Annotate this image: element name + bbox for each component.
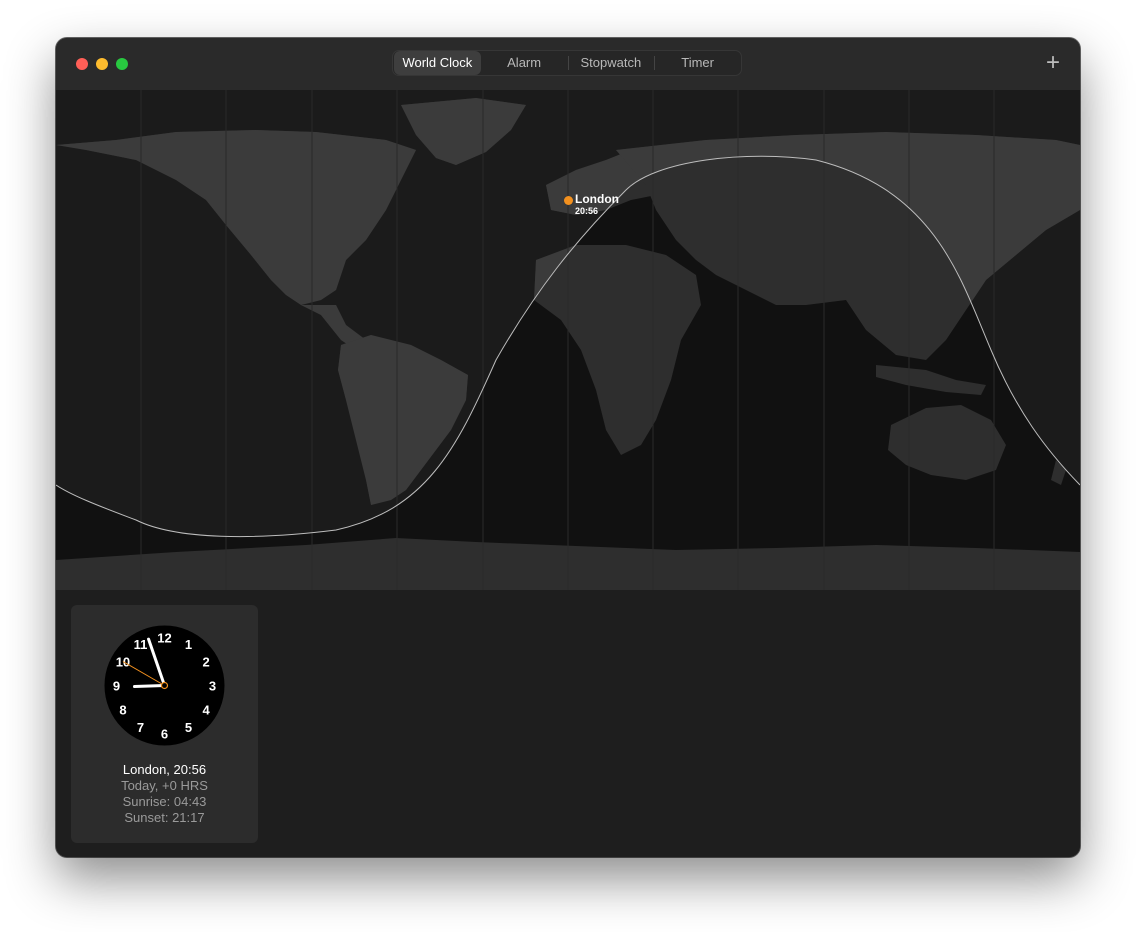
clock-numeral: 7 xyxy=(137,720,144,735)
clock-title: London, 20:56 xyxy=(122,762,207,777)
clock-numeral: 1 xyxy=(185,637,192,652)
clock-numeral: 8 xyxy=(119,703,126,718)
tab-alarm[interactable]: Alarm xyxy=(481,51,568,75)
minimize-button[interactable] xyxy=(96,58,108,70)
clock-card-london[interactable]: 12 1 2 3 4 5 6 7 8 9 10 11 London, 20:56 Today, +0 … xyxy=(71,605,258,843)
clock-day-offset: Today, +0 HRS xyxy=(121,778,208,793)
title-bar: World Clock Alarm Stopwatch Timer + xyxy=(56,38,1080,90)
city-pin-time: 20:56 xyxy=(575,206,599,216)
world-map-graphic xyxy=(56,90,1080,590)
world-map: London 20:56 xyxy=(56,90,1080,590)
clock-numeral: 4 xyxy=(202,703,210,718)
tab-world-clock[interactable]: World Clock xyxy=(394,51,481,75)
clock-numeral: 2 xyxy=(202,655,209,670)
hour-hand xyxy=(133,684,166,689)
add-clock-button[interactable]: + xyxy=(1042,51,1064,75)
clock-info: London, 20:56 Today, +0 HRS Sunrise: 04:… xyxy=(71,762,258,826)
clock-sunset: Sunset: 21:17 xyxy=(124,810,205,825)
tab-timer[interactable]: Timer xyxy=(654,51,741,75)
close-button[interactable] xyxy=(76,58,88,70)
clock-numeral: 12 xyxy=(157,631,171,646)
clock-numeral: 5 xyxy=(185,720,192,735)
tab-bar: World Clock Alarm Stopwatch Timer xyxy=(392,50,742,76)
analog-clock: 12 1234567891011 xyxy=(104,625,225,746)
clock-sunrise: Sunrise: 04:43 xyxy=(122,794,207,809)
world-clock-window: World Clock Alarm Stopwatch Timer + Lond… xyxy=(56,38,1080,857)
clock-numeral: 11 xyxy=(134,637,148,652)
city-pin-name: London xyxy=(575,192,619,206)
zoom-button[interactable] xyxy=(116,58,128,70)
clock-numeral: 9 xyxy=(113,679,120,694)
clock-numeral: 6 xyxy=(161,727,168,742)
city-pin-label: London 20:56 xyxy=(575,192,619,216)
tab-stopwatch[interactable]: Stopwatch xyxy=(567,51,655,75)
clock-numeral: 3 xyxy=(209,679,216,694)
clock-list: 12 1 2 3 4 5 6 7 8 9 10 11 London, 20:56 Today, +0 … xyxy=(56,590,1080,857)
city-pin-london[interactable] xyxy=(564,196,573,205)
clock-center xyxy=(160,681,169,690)
